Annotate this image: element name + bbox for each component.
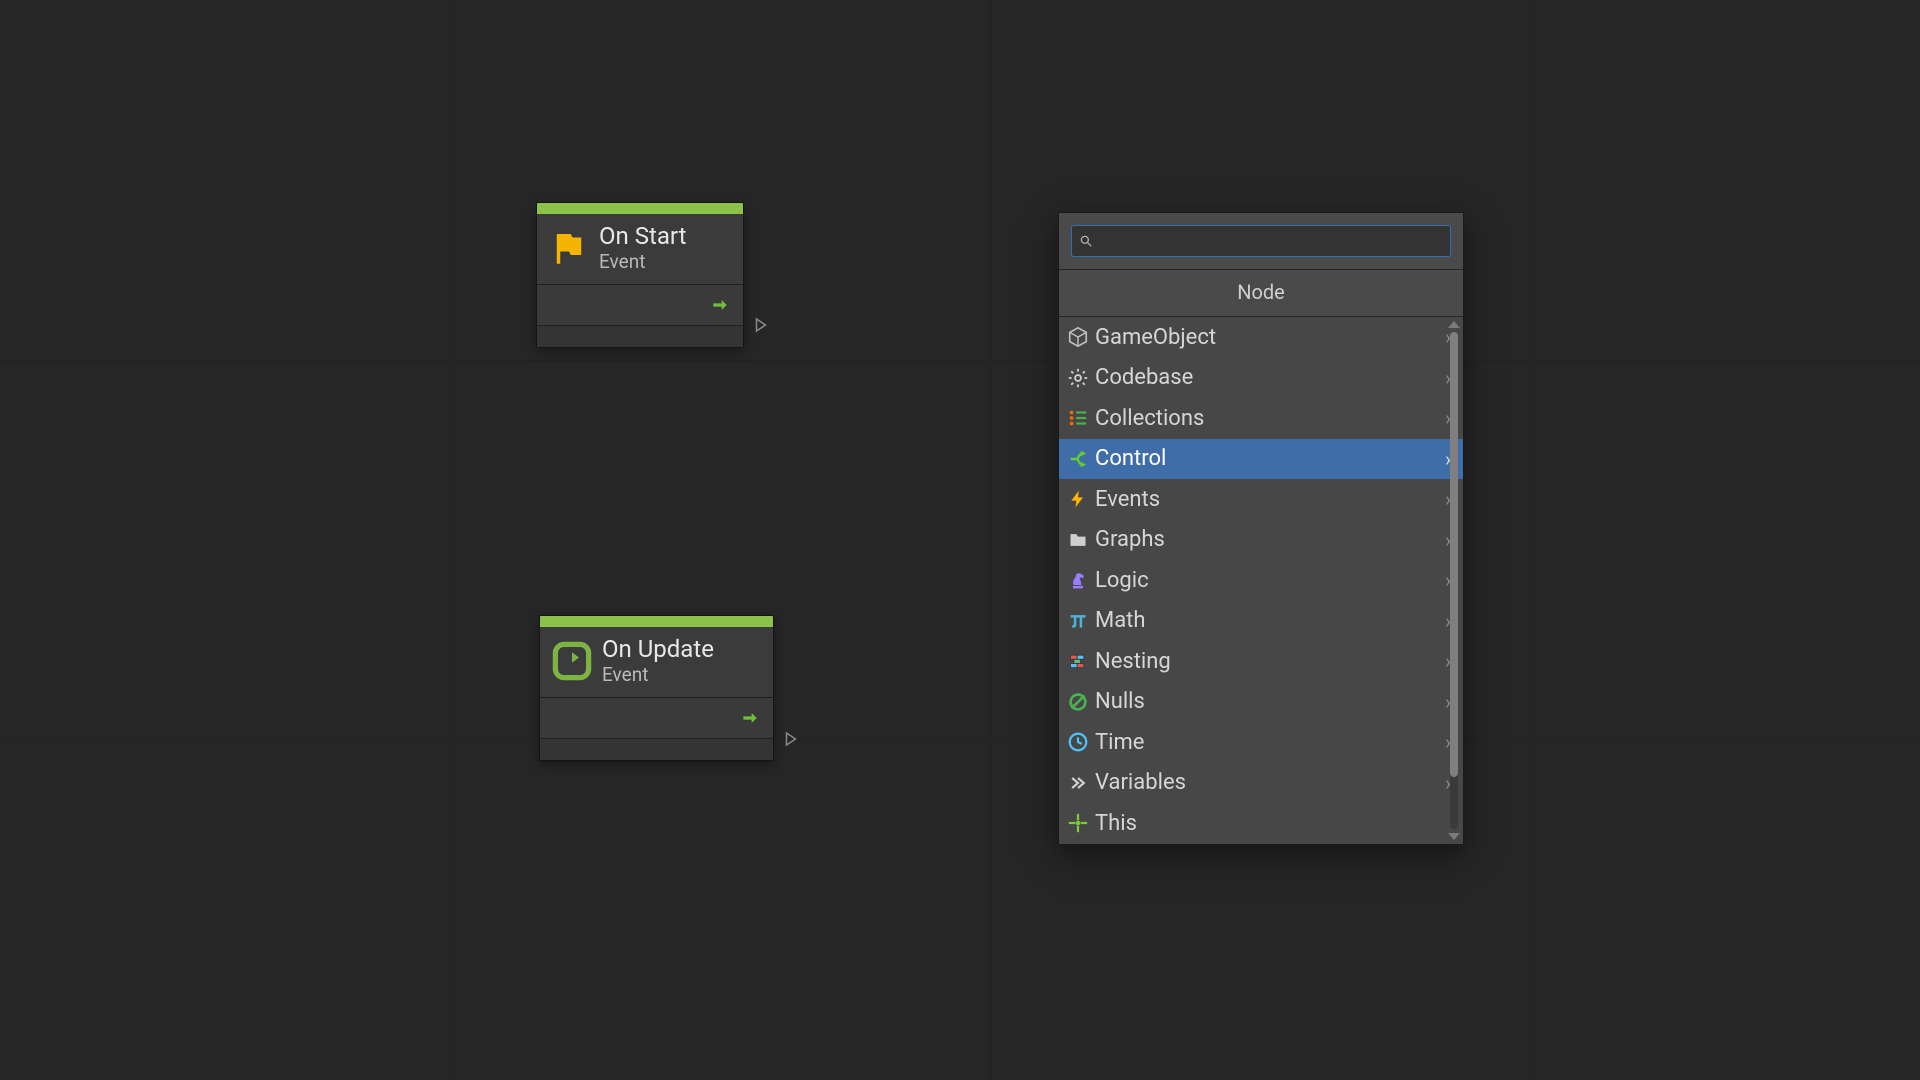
node-on-start[interactable]: On Start Event (536, 202, 744, 348)
scrollbar[interactable] (1447, 319, 1461, 842)
folder-icon (1065, 528, 1091, 552)
search-input-wrapper[interactable] (1071, 225, 1451, 257)
bricks-icon (1065, 649, 1091, 673)
node-output-row[interactable] (540, 698, 773, 738)
picker-item-math[interactable]: Math› (1059, 601, 1463, 642)
picker-item-logic[interactable]: Logic› (1059, 560, 1463, 601)
picker-item-label: Nesting (1095, 649, 1445, 674)
picker-item-label: Time (1095, 730, 1445, 755)
node-output-row[interactable] (537, 285, 743, 325)
branch-icon (1065, 447, 1091, 471)
picker-item-label: Nulls (1095, 689, 1445, 714)
node-accent (540, 616, 773, 627)
picker-item-this[interactable]: This (1059, 803, 1463, 844)
knight-icon (1065, 568, 1091, 592)
picker-item-label: Events (1095, 487, 1445, 512)
picker-item-label: GameObject (1095, 325, 1445, 350)
search-input[interactable] (1098, 226, 1444, 256)
picker-item-control[interactable]: Control› (1059, 439, 1463, 480)
picker-item-label: This (1095, 811, 1451, 836)
picker-item-codebase[interactable]: Codebase› (1059, 358, 1463, 399)
node-header[interactable]: On Start Event (537, 214, 743, 284)
search-icon (1078, 233, 1094, 249)
picker-item-label: Codebase (1095, 365, 1445, 390)
picker-item-label: Collections (1095, 406, 1445, 431)
target-icon (1065, 811, 1091, 835)
picker-item-nesting[interactable]: Nesting› (1059, 641, 1463, 682)
picker-list: GameObject›Codebase›Collections›Control›… (1059, 317, 1463, 844)
flow-out-arrow-icon (707, 295, 733, 315)
scroll-thumb[interactable] (1450, 332, 1458, 777)
node-picker-popup: Node GameObject›Codebase›Collections›Con… (1058, 212, 1464, 845)
node-on-update[interactable]: On Update Event (539, 615, 774, 761)
node-subtitle: Event (602, 664, 714, 687)
picker-item-collections[interactable]: Collections› (1059, 398, 1463, 439)
scroll-up-icon[interactable] (1448, 321, 1460, 328)
scroll-track[interactable] (1450, 332, 1458, 829)
picker-item-label: Variables (1095, 770, 1445, 795)
bolt-icon (1065, 487, 1091, 511)
graph-canvas[interactable]: On Start Event On Up (0, 0, 1920, 1080)
gear-icon (1065, 366, 1091, 390)
list-icon (1065, 406, 1091, 430)
picker-item-time[interactable]: Time› (1059, 722, 1463, 763)
node-subtitle: Event (599, 251, 686, 274)
picker-item-events[interactable]: Events› (1059, 479, 1463, 520)
flow-out-port[interactable] (751, 315, 771, 335)
picker-item-gameobject[interactable]: GameObject› (1059, 317, 1463, 358)
picker-item-nulls[interactable]: Nulls› (1059, 682, 1463, 723)
node-footer (537, 325, 743, 347)
cube-icon (1065, 325, 1091, 349)
node-footer (540, 738, 773, 760)
flow-out-port[interactable] (781, 729, 801, 749)
picker-item-variables[interactable]: Variables› (1059, 763, 1463, 804)
flag-icon (547, 226, 591, 270)
angle-icon (1065, 771, 1091, 795)
picker-item-label: Logic (1095, 568, 1445, 593)
loop-icon (550, 639, 594, 683)
node-title: On Start (599, 222, 686, 251)
null-icon (1065, 690, 1091, 714)
node-accent (537, 203, 743, 214)
clock-icon (1065, 730, 1091, 754)
node-header[interactable]: On Update Event (540, 627, 773, 697)
scroll-down-icon[interactable] (1448, 833, 1460, 840)
pi-icon (1065, 609, 1091, 633)
node-title: On Update (602, 635, 714, 664)
picker-caption: Node (1059, 270, 1463, 317)
picker-item-label: Graphs (1095, 527, 1445, 552)
picker-item-graphs[interactable]: Graphs› (1059, 520, 1463, 561)
flow-out-arrow-icon (737, 708, 763, 728)
picker-item-label: Control (1095, 446, 1445, 471)
picker-item-label: Math (1095, 608, 1445, 633)
